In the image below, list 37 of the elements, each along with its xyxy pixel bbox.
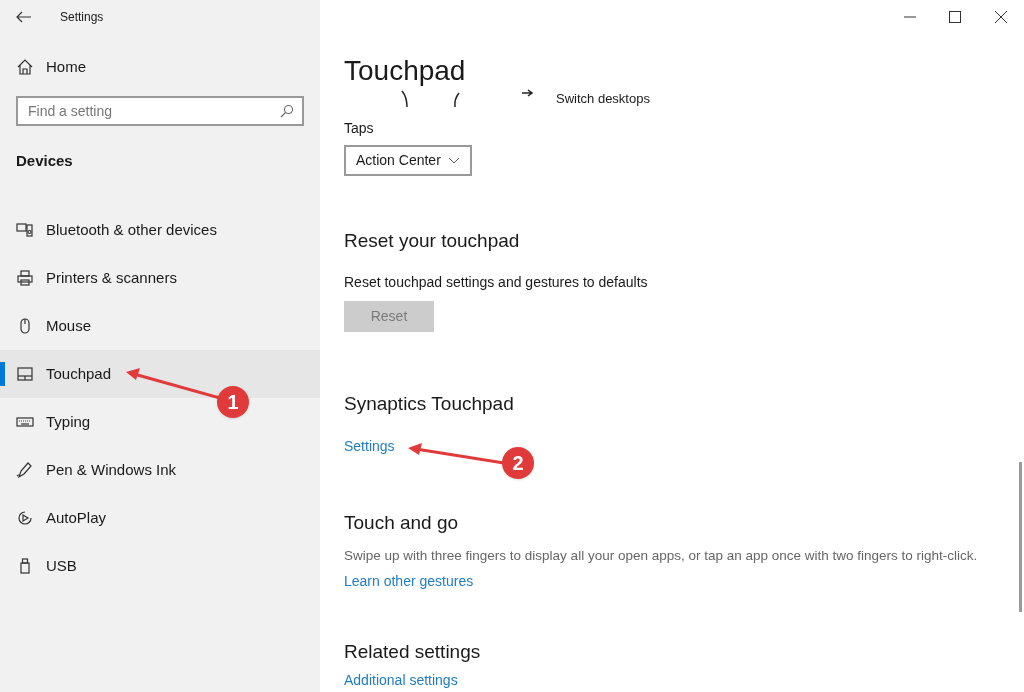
nav-item[interactable]: Pen & Windows Ink: [16, 458, 177, 482]
settings-link[interactable]: Settings: [344, 436, 395, 457]
nav-item[interactable]: Touchpad: [16, 362, 112, 386]
scrollbar-thumb[interactable]: [1019, 462, 1022, 612]
search-field[interactable]: Find a setting: [16, 95, 304, 126]
window-title: Settings: [60, 9, 104, 26]
pen-icon: [16, 461, 34, 479]
nav-item[interactable]: Bluetooth & other devices: [16, 218, 217, 242]
home-item[interactable]: Home: [16, 56, 304, 79]
touchpad-icon: [16, 365, 34, 383]
devices-icon: [16, 221, 34, 239]
nav-item[interactable]: USB: [16, 554, 77, 578]
section-heading: Related settings: [344, 639, 482, 664]
gestures-link[interactable]: Learn other gestures: [344, 570, 474, 592]
page-title: Touchpad: [344, 54, 467, 88]
additional-settings-link[interactable]: Additional settings: [344, 670, 458, 691]
field-label: Taps: [344, 119, 375, 138]
autoplay-icon: [16, 509, 34, 527]
close-icon[interactable]: [995, 11, 1007, 23]
nav-item[interactable]: AutoPlay: [16, 506, 107, 530]
description: Reset touchpad settings and gestures to defaults: [344, 272, 649, 292]
home-icon: [16, 58, 34, 77]
section-heading: Touch and go: [344, 511, 460, 535]
gesture-action: Switch desktops: [556, 90, 650, 109]
nav-item[interactable]: Mouse: [16, 314, 92, 338]
search-icon: [280, 103, 294, 118]
taps-dropdown[interactable]: Action Center: [344, 145, 472, 176]
back-arrow-icon[interactable]: [16, 11, 32, 23]
nav-item[interactable]: Printers & scanners: [16, 266, 177, 290]
section-heading: Synaptics Touchpad: [344, 391, 515, 416]
nav-item[interactable]: Typing: [16, 410, 91, 434]
maximize-icon[interactable]: [949, 11, 961, 23]
chevron-down-icon: [448, 157, 460, 164]
section-heading: Devices: [16, 150, 74, 171]
printer-icon: [16, 269, 34, 287]
description: Swipe up with three fingers to display all your open apps, or tap an app once with two fingers to right-click.: [344, 546, 979, 565]
section-heading: Reset your touchpad: [344, 229, 521, 253]
